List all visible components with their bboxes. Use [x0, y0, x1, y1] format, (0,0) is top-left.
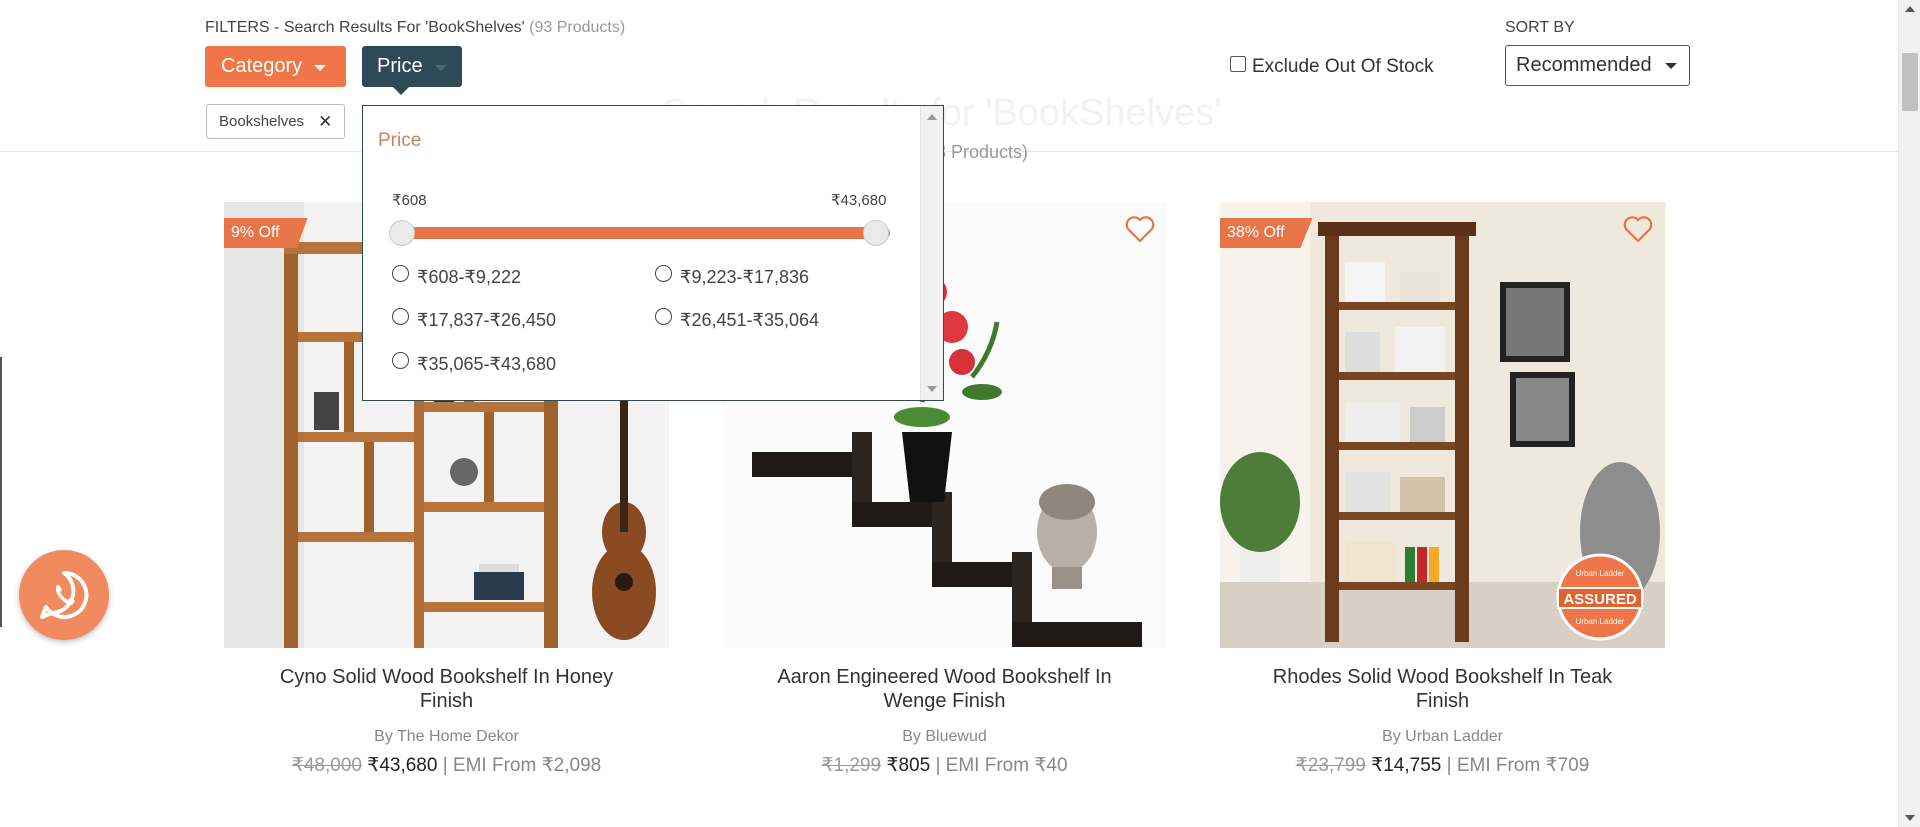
product-sale-price: ₹43,680 [367, 755, 438, 776]
exclude-out-of-stock-label: Exclude Out Of Stock [1252, 56, 1434, 77]
radio-button[interactable] [392, 265, 409, 282]
price-option-label: ₹608-₹9,222 [417, 267, 521, 287]
price-dropdown: Price ₹608 ₹43,680 ₹608-₹9,222 ₹9,223-₹1… [362, 105, 944, 401]
filters-count: (93 Products) [529, 19, 626, 36]
category-filter-label: Category [221, 55, 303, 77]
page-scrollbar[interactable] [1898, 0, 1920, 827]
radio-button[interactable] [655, 265, 672, 282]
product-name[interactable]: Aaron Engineered Wood Bookshelf In Wenge… [722, 665, 1167, 713]
product-name[interactable]: Cyno Solid Wood Bookshelf In Honey Finis… [224, 665, 669, 713]
product-price: ₹1,299 ₹805 | EMI From ₹40 [722, 754, 1167, 777]
price-option[interactable]: ₹9,223-₹17,836 [655, 265, 809, 288]
price-option-label: ₹35,065-₹43,680 [417, 354, 557, 374]
category-filter-button[interactable]: Category [205, 46, 346, 87]
wishlist-heart-icon[interactable] [1623, 215, 1653, 243]
product-brand: By Urban Ladder [1382, 728, 1503, 745]
product-mrp: ₹48,000 [291, 755, 362, 776]
active-filter-chip-label: Bookshelves [219, 113, 305, 130]
filter-bar: Search Results for 'BookShelves' (93 Pro… [0, 0, 1898, 162]
price-dropdown-title: Price [378, 130, 422, 151]
price-range-min-handle[interactable] [389, 220, 415, 246]
badge-top-text: Urban Ladder [1576, 569, 1625, 578]
dropdown-scrollbar[interactable] [920, 106, 943, 400]
scroll-down-icon[interactable] [1905, 815, 1915, 821]
radio-button[interactable] [392, 352, 409, 369]
active-filter-chip: Bookshelves ✕ [206, 104, 346, 139]
product-sale-price: ₹805 [886, 755, 931, 776]
chevron-down-icon [1665, 63, 1677, 69]
badge-mid-text: ASSURED [1563, 591, 1637, 608]
price-option-label: ₹9,223-₹17,836 [680, 267, 809, 287]
product-emi: | EMI From ₹2,098 [442, 755, 602, 776]
product-brand: By Bluewud [902, 728, 987, 745]
scroll-up-icon[interactable] [1905, 6, 1915, 12]
price-range-track[interactable] [401, 227, 890, 239]
product-emi: | EMI From ₹40 [935, 755, 1068, 776]
left-edge-divider [0, 357, 2, 627]
checkbox-box[interactable] [1230, 56, 1246, 72]
exclude-out-of-stock-checkbox[interactable]: Exclude Out Of Stock [1230, 56, 1434, 78]
radio-button[interactable] [655, 308, 672, 325]
radio-button[interactable] [392, 308, 409, 325]
price-min-label: ₹608 [392, 192, 427, 209]
close-icon[interactable]: ✕ [318, 112, 332, 132]
assured-badge-icon: Urban Ladder ASSURED Urban Ladder [1556, 553, 1644, 641]
price-option-label: ₹17,837-₹26,450 [417, 310, 557, 330]
whatsapp-button[interactable] [19, 550, 109, 640]
price-filter-button[interactable]: Price [362, 46, 462, 95]
product-sale-price: ₹14,755 [1371, 755, 1442, 776]
scrollbar-thumb[interactable] [1902, 53, 1918, 111]
badge-bottom-text: Urban Ladder [1576, 617, 1625, 626]
chevron-down-icon [434, 65, 447, 71]
discount-ribbon: 38% Off [1220, 218, 1313, 248]
product-card[interactable]: 38% Off Urban Ladder ASSURED Urban Ladde… [1220, 202, 1665, 777]
price-option[interactable]: ₹26,451-₹35,064 [655, 308, 820, 331]
scroll-up-icon[interactable] [927, 114, 937, 120]
product-mrp: ₹1,299 [821, 755, 882, 776]
price-option[interactable]: ₹17,837-₹26,450 [392, 308, 557, 331]
price-option-label: ₹26,451-₹35,064 [680, 310, 820, 330]
product-name[interactable]: Rhodes Solid Wood Bookshelf In Teak Fini… [1220, 665, 1665, 713]
whatsapp-icon [40, 570, 89, 619]
scroll-down-icon[interactable] [927, 386, 937, 392]
product-brand: By The Home Dekor [374, 728, 519, 745]
price-max-label: ₹43,680 [831, 192, 887, 209]
filters-title-text: FILTERS - Search Results For 'BookShelve… [205, 19, 525, 36]
product-price: ₹48,000 ₹43,680 | EMI From ₹2,098 [224, 754, 669, 777]
sort-select-value: Recommended [1516, 54, 1652, 76]
product-price: ₹23,799 ₹14,755 | EMI From ₹709 [1220, 754, 1665, 777]
discount-ribbon: 9% Off [224, 218, 308, 248]
price-range-max-handle[interactable] [863, 220, 889, 246]
price-filter-label: Price [377, 55, 423, 77]
dropdown-pointer [392, 86, 410, 95]
filters-title: FILTERS - Search Results For 'BookShelve… [205, 19, 625, 37]
wishlist-heart-icon[interactable] [1125, 215, 1155, 243]
product-image[interactable]: 38% Off Urban Ladder ASSURED Urban Ladde… [1220, 202, 1665, 648]
product-emi: | EMI From ₹709 [1446, 755, 1590, 776]
price-option[interactable]: ₹35,065-₹43,680 [392, 352, 557, 375]
chevron-down-icon [314, 65, 327, 71]
price-option[interactable]: ₹608-₹9,222 [392, 265, 521, 288]
sort-select[interactable]: Recommended [1505, 45, 1690, 86]
sort-by-label: SORT BY [1505, 19, 1575, 36]
product-mrp: ₹23,799 [1295, 755, 1366, 776]
